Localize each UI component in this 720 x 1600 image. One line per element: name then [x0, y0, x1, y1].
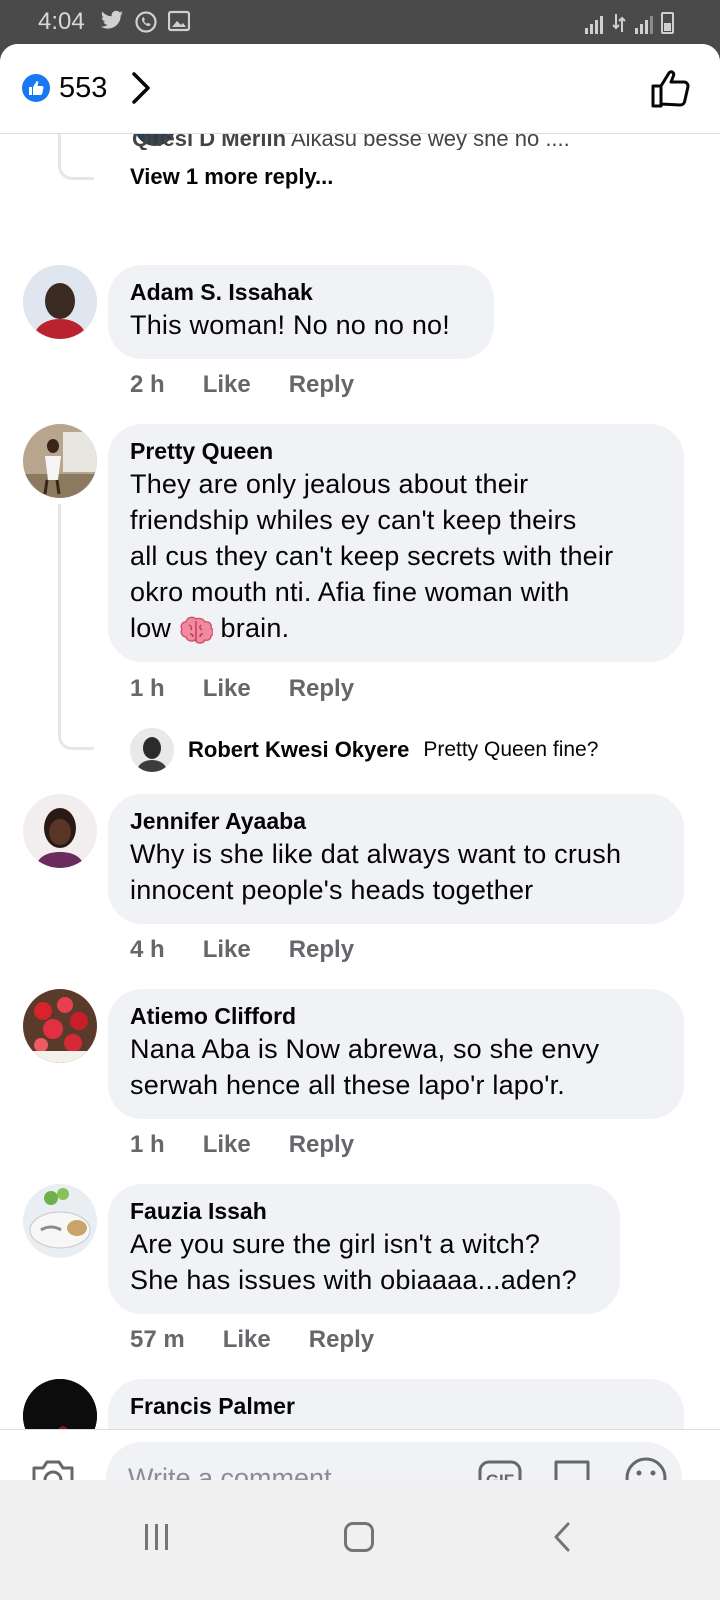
reply-link[interactable]: Reply	[289, 1131, 354, 1159]
comment-text-line: Nana Aba is Now abrewa, so she envy	[130, 1034, 600, 1064]
comment-time: 1 h	[130, 675, 165, 702]
reply-author[interactable]: Robert Kwesi Okyere	[188, 737, 409, 763]
like-reaction-icon	[22, 74, 50, 102]
comment-text-line: friendship whiles ey can't keep theirs	[130, 505, 577, 535]
data-transfer-icon	[612, 14, 626, 32]
comment-text-line: okro mouth nti. Afia fine woman with	[130, 577, 570, 607]
signal-icon	[585, 14, 603, 34]
avatar[interactable]	[23, 989, 97, 1063]
comment-text-fragment: low	[130, 613, 172, 643]
reaction-count[interactable]: 553	[59, 72, 107, 105]
comment-bubble: Francis Palmer	[108, 1379, 684, 1429]
recent-apps-button[interactable]	[145, 1524, 173, 1550]
comment-text-line: innocent people's heads together	[130, 875, 534, 905]
comment-bubble: Pretty Queen They are only jealous about…	[108, 424, 684, 662]
like-link[interactable]: Like	[203, 936, 251, 964]
comment-text-fragment: brain.	[220, 613, 290, 643]
partial-reply: Quesi D Merlin Aikasu besse wey she no .…	[132, 134, 692, 150]
comment-bubble: Fauzia Issah Are you sure the girl isn't…	[108, 1184, 620, 1314]
comment-time: 4 h	[130, 936, 165, 963]
comment-actions: 57 m Like Reply	[130, 1326, 374, 1354]
comment-text-line: all cus they can't keep secrets with the…	[130, 541, 614, 571]
comment-actions: 2 h Like Reply	[130, 371, 354, 399]
status-time: 4:04	[38, 8, 85, 35]
thread-line	[58, 504, 61, 724]
thread-connector	[58, 722, 94, 750]
comment-bubble: Jennifer Ayaaba Why is she like dat alwa…	[108, 794, 684, 924]
comment-author[interactable]: Francis Palmer	[130, 1391, 662, 1421]
signal-icon-2	[635, 14, 653, 34]
reply-author[interactable]: Quesi D Merlin	[132, 134, 286, 150]
comment-author[interactable]: Adam S. Issahak	[130, 277, 472, 307]
avatar[interactable]	[23, 1379, 97, 1429]
like-link[interactable]: Like	[203, 675, 251, 703]
reply-link[interactable]: Reply	[289, 371, 354, 399]
thread-line	[58, 134, 61, 152]
system-navigation-bar	[0, 1480, 720, 1600]
comment-bubble: Adam S. Issahak This woman! No no no no!	[108, 265, 494, 359]
comment-time: 2 h	[130, 371, 165, 398]
comment-actions: 1 h Like Reply	[130, 1131, 354, 1159]
home-button[interactable]	[344, 1522, 374, 1552]
back-button[interactable]	[550, 1520, 574, 1554]
avatar[interactable]	[23, 424, 97, 498]
comment-text-line: low brain.	[130, 610, 662, 646]
system-icons	[585, 12, 674, 34]
like-link[interactable]: Like	[203, 371, 251, 399]
brain-emoji-icon	[180, 616, 213, 644]
thread-connector	[58, 152, 94, 180]
comment-time: 1 h	[130, 1131, 165, 1158]
notification-icons	[100, 10, 190, 34]
comments-sheet: 553 Quesi D Merlin Aikasu besse wey she …	[0, 44, 720, 1510]
reply-avatar[interactable]	[130, 728, 174, 772]
chevron-right-icon[interactable]	[128, 70, 156, 106]
whatsapp-icon	[135, 11, 157, 33]
comment-text-line: They are only jealous about their	[130, 469, 529, 499]
reply-preview[interactable]: Robert Kwesi Okyere Pretty Queen fine?	[130, 728, 598, 772]
comments-list: Quesi D Merlin Aikasu besse wey she no .…	[0, 134, 720, 1429]
view-more-replies-link[interactable]: View 1 more reply...	[130, 164, 333, 190]
like-button-icon[interactable]	[650, 68, 692, 110]
battery-icon	[661, 12, 674, 34]
comment-author[interactable]: Pretty Queen	[130, 436, 662, 466]
avatar[interactable]	[23, 265, 97, 339]
comment-actions: 1 h Like Reply	[130, 675, 354, 703]
reply-link[interactable]: Reply	[309, 1326, 374, 1354]
gallery-icon	[168, 10, 190, 32]
comment-text-line: She has issues with obiaaaa...aden?	[130, 1265, 577, 1295]
comment-text-line: Are you sure the girl isn't a witch?	[130, 1229, 541, 1259]
comment-text: This woman! No no no no!	[130, 310, 450, 340]
reply-link[interactable]: Reply	[289, 936, 354, 964]
reply-text: Pretty Queen fine?	[423, 738, 599, 761]
comment-time: 57 m	[130, 1326, 185, 1353]
avatar[interactable]	[23, 1184, 97, 1258]
comment-text-line: serwah hence all these lapo'r lapo'r.	[130, 1070, 565, 1100]
status-bar: 4:04	[0, 0, 720, 44]
like-link[interactable]: Like	[223, 1326, 271, 1354]
comment-author[interactable]: Jennifer Ayaaba	[130, 806, 662, 836]
comment-author[interactable]: Atiemo Clifford	[130, 1001, 662, 1031]
reply-text: Aikasu besse wey she no ....	[290, 134, 570, 150]
comment-actions: 4 h Like Reply	[130, 936, 354, 964]
like-link[interactable]: Like	[203, 1131, 251, 1159]
reactions-header[interactable]: 553	[0, 44, 720, 134]
comment-text-line: Why is she like dat always want to crush	[130, 839, 622, 869]
twitter-icon	[101, 10, 123, 29]
comment-author[interactable]: Fauzia Issah	[130, 1196, 598, 1226]
reply-link[interactable]: Reply	[289, 675, 354, 703]
avatar[interactable]	[23, 794, 97, 868]
comment-bubble: Atiemo Clifford Nana Aba is Now abrewa, …	[108, 989, 684, 1119]
